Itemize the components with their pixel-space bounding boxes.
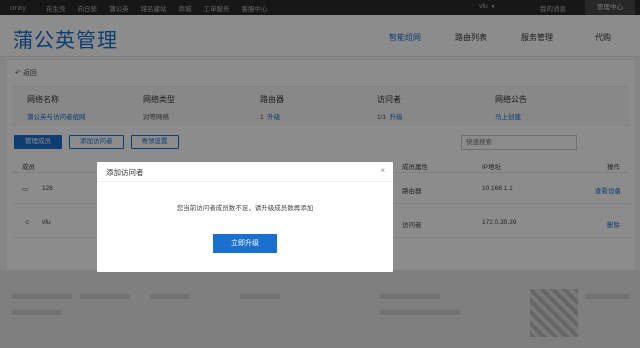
dialog-message: 您当前访问者成员数不足，请升级成员数再添加 [176,205,314,212]
close-icon[interactable]: × [380,166,385,175]
dialog-title: 添加访问者 [106,168,144,177]
upgrade-now-button[interactable]: 立即升级 [213,234,277,253]
add-visitor-dialog: 添加访问者 × 您当前访问者成员数不足，请升级成员数再添加 立即升级 [97,162,393,272]
dialog-divider [97,181,393,182]
